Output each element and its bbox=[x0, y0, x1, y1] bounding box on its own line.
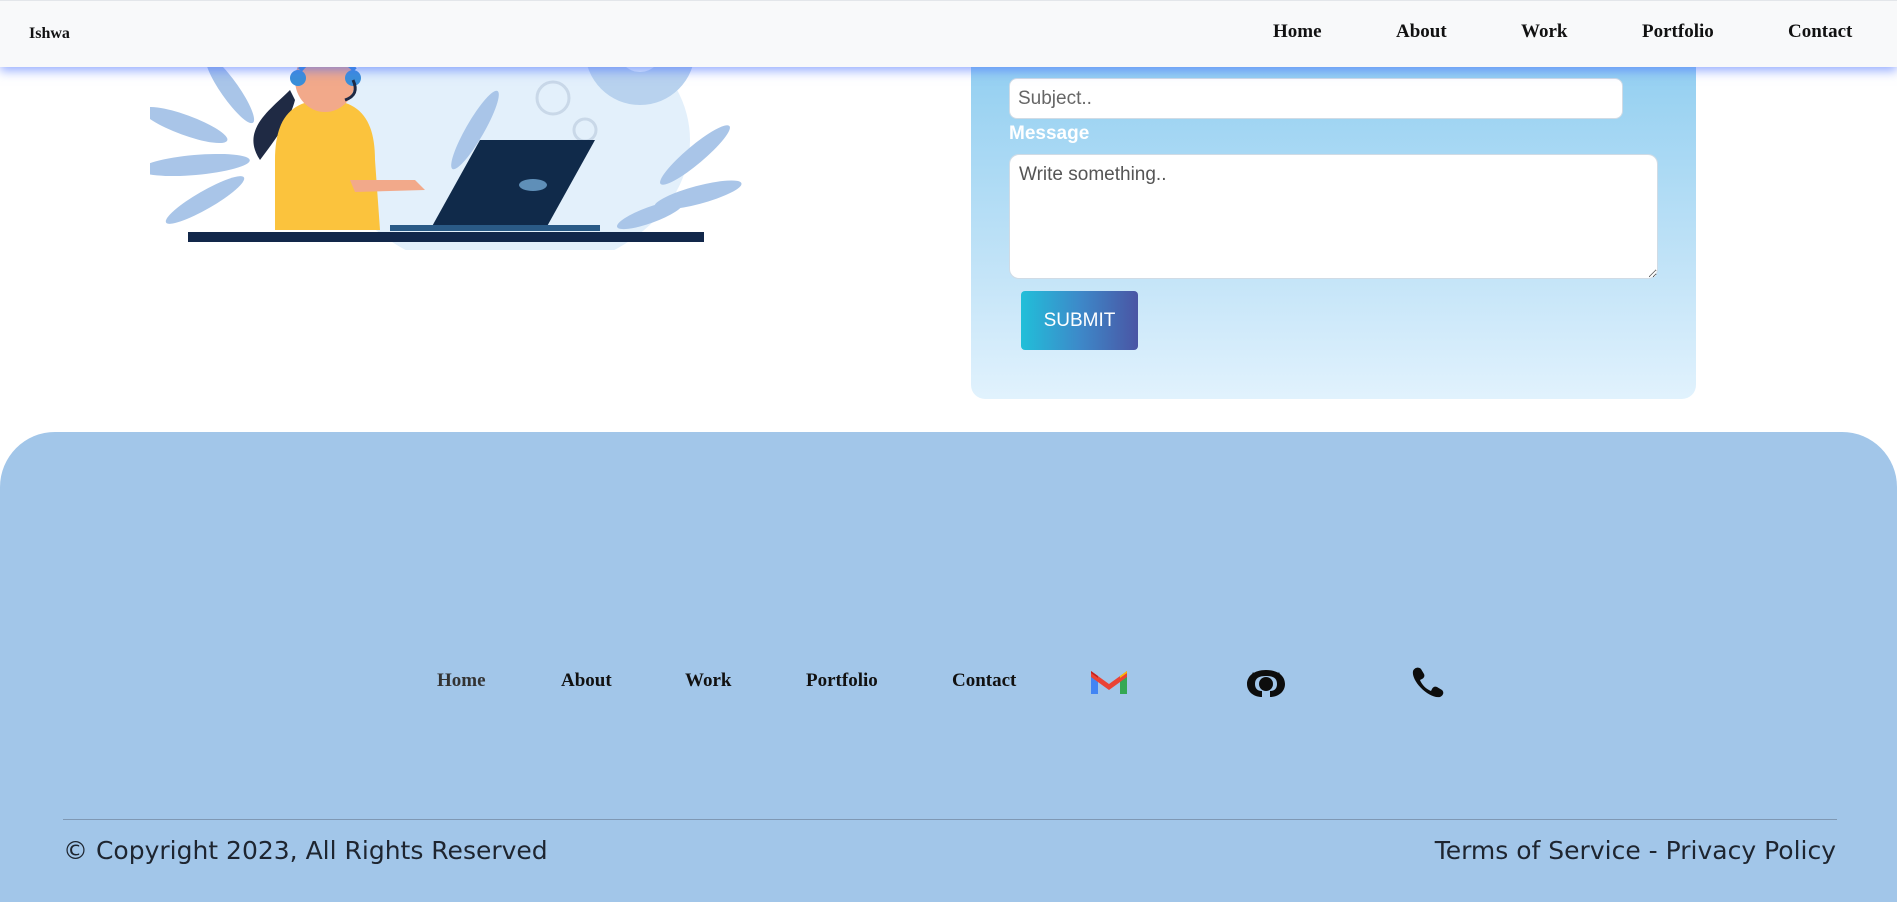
copyright-text: © Copyright 2023, All Rights Reserved bbox=[63, 836, 548, 865]
terms-of-service-link[interactable]: Terms of Service bbox=[1435, 836, 1641, 865]
footer-about-link[interactable]: About bbox=[561, 670, 612, 692]
footer-work-link[interactable]: Work bbox=[685, 670, 731, 692]
contact-illustration bbox=[150, 50, 742, 250]
footer-portfolio-link[interactable]: Portfolio bbox=[806, 670, 878, 692]
subject-input[interactable] bbox=[1009, 78, 1623, 119]
privacy-policy-link[interactable]: Privacy Policy bbox=[1666, 836, 1836, 865]
brand-logo[interactable]: Ishwa bbox=[29, 25, 70, 43]
footer-contact-link[interactable]: Contact bbox=[952, 670, 1016, 692]
github-icon[interactable] bbox=[1245, 667, 1287, 699]
message-label: Message bbox=[1009, 123, 1090, 144]
nav-portfolio-link[interactable]: Portfolio bbox=[1642, 21, 1714, 43]
footer-home-link[interactable]: Home bbox=[437, 670, 486, 692]
phone-icon[interactable] bbox=[1409, 665, 1449, 699]
legal-links: Terms of Service - Privacy Policy bbox=[1435, 836, 1836, 865]
nav-work-link[interactable]: Work bbox=[1521, 21, 1567, 43]
footer: Home About Work Portfolio Contact © Copy… bbox=[0, 432, 1897, 902]
nav-about-link[interactable]: About bbox=[1396, 21, 1447, 43]
top-navbar: Ishwa Home About Work Portfolio Contact bbox=[0, 0, 1897, 67]
legal-separator: - bbox=[1640, 836, 1666, 865]
submit-button[interactable]: SUBMIT bbox=[1021, 291, 1138, 350]
footer-divider bbox=[63, 819, 1837, 820]
nav-contact-link[interactable]: Contact bbox=[1788, 21, 1852, 43]
contact-form-card: Message SUBMIT bbox=[971, 40, 1696, 399]
gmail-icon[interactable] bbox=[1089, 667, 1129, 697]
nav-home-link[interactable]: Home bbox=[1273, 21, 1322, 43]
message-textarea[interactable] bbox=[1009, 154, 1658, 279]
